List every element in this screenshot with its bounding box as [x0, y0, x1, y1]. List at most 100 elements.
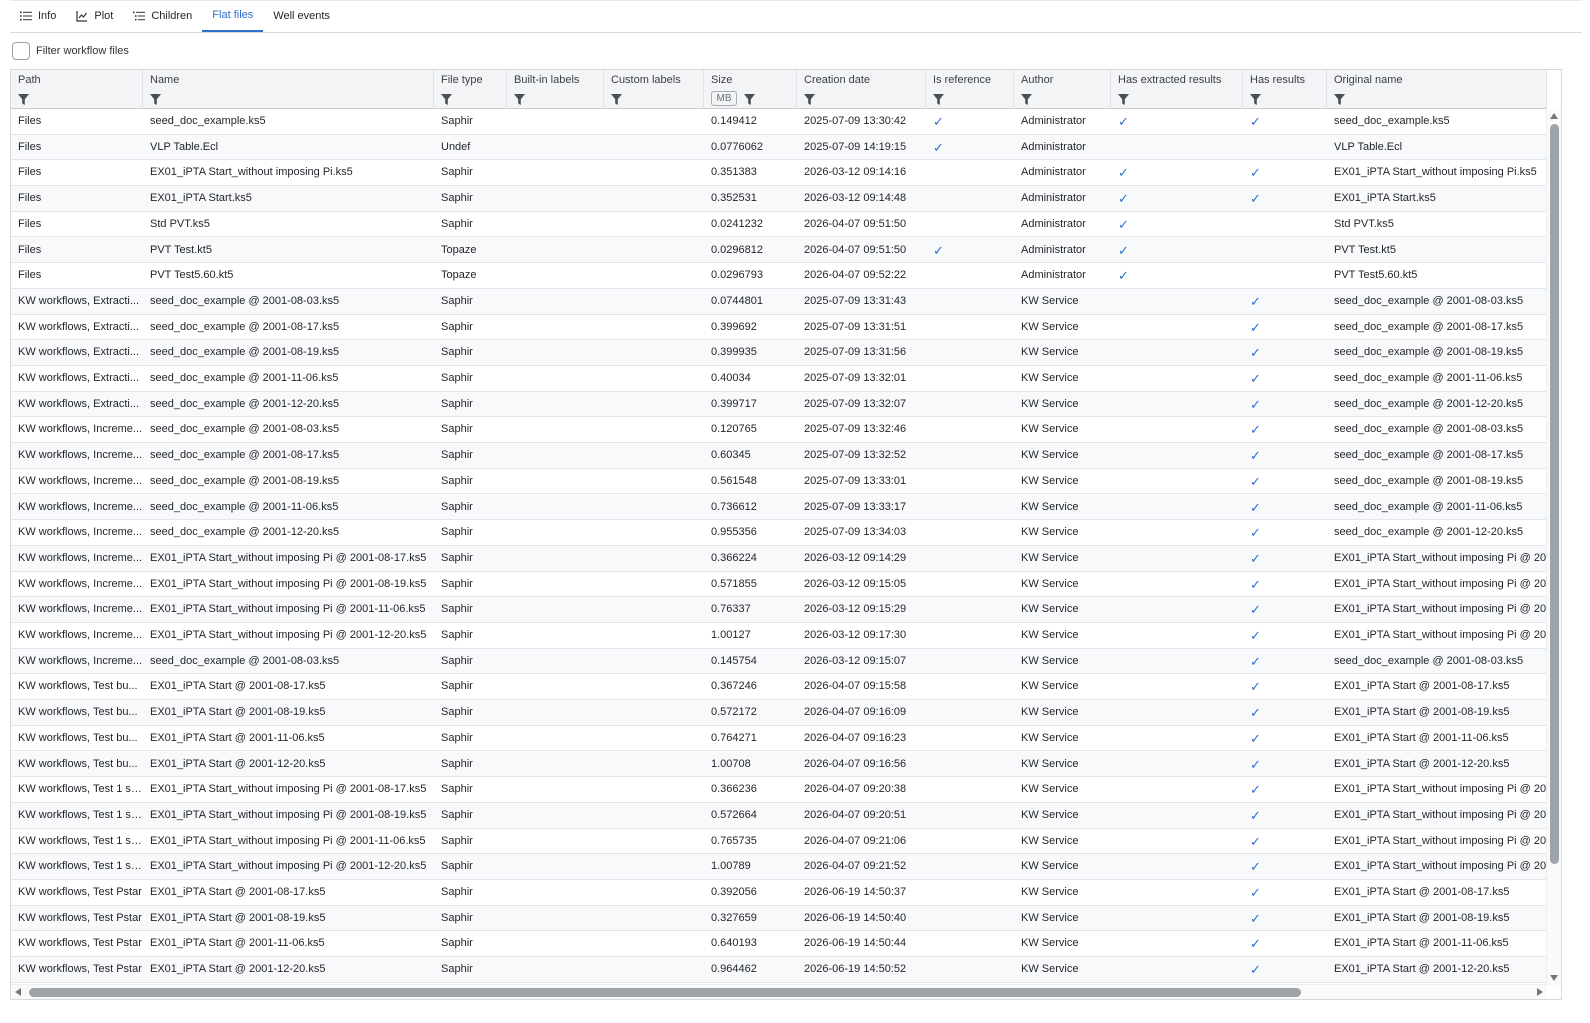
table-cell-file-type: Saphir — [441, 911, 473, 924]
table-row[interactable]: KW workflows, Extracti... seed_doc_exampl… — [11, 391, 1547, 418]
table-row[interactable]: KW workflows, Test 1 st... EX01_iPTA Star… — [11, 829, 1547, 855]
table-cell-name: seed_doc_example @ 2001-08-17.ks5 — [150, 449, 340, 462]
table-row[interactable]: Files PVT Test.kt5 Topaze 0.0296812 2026-04-… — [11, 237, 1547, 264]
table-row[interactable]: KW workflows, Test bu... EX01_iPTA Start … — [11, 700, 1547, 726]
scroll-right-arrow-icon[interactable] — [1537, 988, 1543, 996]
table-cell-author: KW Service — [1021, 937, 1079, 950]
column-header-label: Author — [1021, 74, 1054, 86]
table-row[interactable]: KW workflows, Test bu... EX01_iPTA Start … — [11, 726, 1547, 752]
table-cell-custom-labels — [604, 443, 704, 468]
table-row[interactable]: KW workflows, Test 1 st... EX01_iPTA Star… — [11, 777, 1547, 803]
tab-plot[interactable]: Plot — [66, 0, 123, 32]
tab-well-events[interactable]: Well events — [263, 0, 340, 32]
table-row[interactable]: KW workflows, Test Pstar EX01_iPTA Start … — [11, 880, 1547, 906]
column-header-size[interactable]: Size MB — [704, 70, 797, 109]
table-cell-path: KW workflows, Increme... — [18, 526, 143, 539]
table-row[interactable]: Files PVT Test5.60.kt5 Topaze 0.0296793 2026… — [11, 263, 1547, 289]
vertical-scroll-thumb[interactable] — [1550, 124, 1559, 864]
table-row[interactable]: Files EX01_iPTA Start.ks5 Saphir 0.352531 20… — [11, 186, 1547, 212]
table-row[interactable]: KW workflows, Increme... seed_doc_example… — [11, 648, 1547, 675]
table-cell-file-type: Saphir — [441, 115, 473, 127]
table-cell-path: KW workflows, Extracti... — [18, 372, 140, 384]
table-cell-builtin-labels — [507, 674, 604, 699]
scroll-down-arrow-icon[interactable] — [1550, 975, 1558, 981]
tab-children[interactable]: Children — [123, 0, 202, 32]
filter-workflow-checkbox[interactable] — [12, 42, 30, 60]
filter-icon[interactable] — [1021, 94, 1032, 105]
table-row[interactable]: KW workflows, Test Pstar EX01_iPTA Start … — [11, 957, 1547, 983]
column-header-path[interactable]: Path — [11, 70, 143, 109]
table-cell-original-name: EX01_iPTA Start_without imposing Pi @ 20… — [1334, 577, 1547, 590]
scroll-left-arrow-icon[interactable] — [15, 988, 21, 996]
table-row[interactable]: KW workflows, Test Pstar EX01_iPTA Start … — [11, 905, 1547, 932]
table-cell-original-name: EX01_iPTA Start_without imposing Pi @ 20… — [1334, 808, 1547, 821]
filter-icon[interactable] — [933, 94, 944, 105]
filter-icon[interactable] — [18, 94, 29, 105]
table-row[interactable]: KW workflows, Increme... EX01_iPTA Start_… — [11, 572, 1547, 598]
tab-flat-files[interactable]: Flat files — [202, 0, 264, 32]
size-unit-selector[interactable]: MB — [711, 91, 737, 106]
column-header-creation-date[interactable]: Creation date — [797, 70, 926, 109]
table-row[interactable]: KW workflows, Increme... seed_doc_example… — [11, 520, 1547, 546]
table-row[interactable]: KW workflows, Test bu... EX01_iPTA Start … — [11, 674, 1547, 701]
table-row[interactable]: Files EX01_iPTA Start_without imposing Pi… — [11, 160, 1547, 187]
column-header-author[interactable]: Author — [1014, 70, 1111, 109]
table-cell-has-extracted — [1111, 392, 1243, 417]
table-row[interactable]: KW workflows, Increme... EX01_iPTA Start_… — [11, 597, 1547, 623]
tab-info-label: Info — [38, 10, 57, 22]
table-row[interactable]: KW workflows, Test 1 st... EX01_iPTA Star… — [11, 854, 1547, 880]
table-row[interactable]: KW workflows, Increme... EX01_iPTA Start_… — [11, 545, 1547, 572]
column-header-has-extracted[interactable]: Has extracted results — [1111, 70, 1243, 109]
table-row[interactable]: KW workflows, Extracti... seed_doc_exampl… — [11, 366, 1547, 392]
filter-icon[interactable] — [441, 94, 452, 105]
filter-icon[interactable] — [1118, 94, 1129, 105]
grid-body[interactable]: Files seed_doc_example.ks5 Saphir 0.149412 2… — [11, 109, 1547, 985]
filter-icon[interactable] — [611, 94, 622, 105]
table-row[interactable]: KW workflows, Increme... seed_doc_example… — [11, 417, 1547, 444]
check-icon: ✓ — [1250, 499, 1261, 515]
scroll-up-arrow-icon[interactable] — [1550, 113, 1558, 119]
horizontal-scrollbar[interactable] — [11, 984, 1547, 999]
table-cell-file-type: Saphir — [441, 474, 473, 487]
filter-icon[interactable] — [744, 94, 755, 105]
horizontal-scroll-thumb[interactable] — [29, 988, 1301, 997]
table-cell-size: 0.399935 — [711, 346, 757, 359]
filter-icon[interactable] — [514, 94, 525, 105]
filter-icon[interactable] — [1334, 94, 1345, 105]
table-row[interactable]: KW workflows, Increme... seed_doc_example… — [11, 469, 1547, 495]
filter-icon[interactable] — [804, 94, 815, 105]
table-cell-path: KW workflows, Test Pstar — [18, 963, 142, 976]
table-cell-file-type: Saphir — [441, 860, 473, 873]
table-row[interactable]: KW workflows, Test bu... EX01_iPTA Start … — [11, 751, 1547, 778]
table-cell-has-extracted — [1111, 880, 1243, 905]
column-header-name[interactable]: Name — [143, 70, 434, 109]
table-row[interactable]: KW workflows, Extracti... seed_doc_exampl… — [11, 315, 1547, 341]
table-cell-size: 0.0776062 — [711, 140, 763, 153]
column-header-is-reference[interactable]: Is reference — [926, 70, 1014, 109]
table-row[interactable]: KW workflows, Test Pstar EX01_iPTA Start … — [11, 931, 1547, 958]
table-cell-author: KW Service — [1021, 449, 1079, 462]
table-row[interactable]: KW workflows, Extracti... seed_doc_exampl… — [11, 288, 1547, 315]
table-row[interactable]: Files Std PVT.ks5 Saphir 0.0241232 2026-04-0… — [11, 212, 1547, 238]
filter-icon[interactable] — [1250, 94, 1261, 105]
table-row[interactable]: Files VLP Table.Ecl Undef 0.0776062 2025-07-… — [11, 134, 1547, 161]
table-cell-creation-date: 2026-06-19 14:50:37 — [804, 886, 907, 898]
table-row[interactable]: Files seed_doc_example.ks5 Saphir 0.149412 2… — [11, 109, 1547, 135]
table-cell-author: KW Service — [1021, 577, 1079, 590]
column-header-has-results[interactable]: Has results — [1243, 70, 1327, 109]
column-header-file-type[interactable]: File type — [434, 70, 507, 109]
table-row[interactable]: KW workflows, Test 1 st... EX01_iPTA Star… — [11, 802, 1547, 829]
filter-icon[interactable] — [150, 94, 161, 105]
column-header-original-name[interactable]: Original name — [1327, 70, 1547, 109]
table-row[interactable]: KW workflows, Increme... EX01_iPTA Start_… — [11, 623, 1547, 649]
column-header-builtin-labels[interactable]: Built-in labels — [507, 70, 604, 109]
vertical-scrollbar[interactable] — [1546, 109, 1561, 985]
table-cell-has-extracted — [1111, 906, 1243, 931]
check-icon: ✓ — [1250, 653, 1261, 669]
tab-info[interactable]: Info — [10, 0, 66, 32]
table-row[interactable]: KW workflows, Increme... seed_doc_example… — [11, 443, 1547, 469]
table-row[interactable]: KW workflows, Increme... seed_doc_example… — [11, 494, 1547, 521]
column-header-custom-labels[interactable]: Custom labels — [604, 70, 704, 109]
table-row[interactable]: KW workflows, Extracti... seed_doc_exampl… — [11, 340, 1547, 366]
table-cell-original-name: seed_doc_example @ 2001-11-06.ks5 — [1334, 372, 1523, 384]
